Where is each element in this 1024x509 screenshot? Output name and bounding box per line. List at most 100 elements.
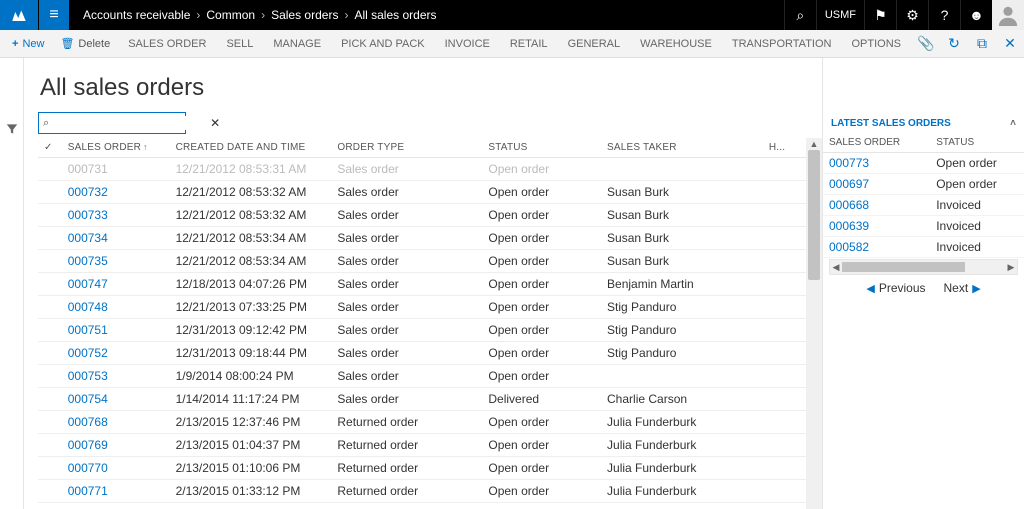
action-tab-invoice[interactable]: INVOICE — [435, 30, 500, 58]
action-tab-manage[interactable]: MANAGE — [263, 30, 331, 58]
sales-order-link[interactable]: 000769 — [62, 434, 170, 457]
row-select-cell[interactable] — [38, 296, 62, 319]
table-row[interactable]: 0007682/13/2015 12:37:46 PMReturned orde… — [38, 411, 806, 434]
col-status[interactable]: STATUS — [482, 138, 601, 158]
clear-filter-button[interactable]: ✕ — [208, 116, 222, 130]
table-row[interactable]: 0007531/9/2014 08:00:24 PMSales orderOpe… — [38, 365, 806, 388]
col-overflow[interactable]: H... — [763, 138, 806, 158]
company-picker[interactable]: USMF — [816, 0, 864, 30]
attach-button[interactable]: 📎 — [912, 30, 940, 58]
breadcrumb-item[interactable]: Common — [202, 8, 259, 22]
row-select-cell[interactable] — [38, 158, 62, 181]
sidepanel-header[interactable]: LATEST SALES ORDERS ˄ — [823, 114, 1024, 133]
help-button[interactable]: ? — [928, 0, 960, 30]
sp-next-button[interactable]: Next▶ — [944, 281, 981, 295]
table-row[interactable]: 00073212/21/2012 08:53:32 AMSales orderO… — [38, 181, 806, 204]
list-item[interactable]: 000639Invoiced — [823, 216, 1024, 237]
refresh-button[interactable]: ↻ — [940, 30, 968, 58]
sales-order-link[interactable]: 000751 — [62, 319, 170, 342]
new-button[interactable]: +New — [4, 30, 52, 58]
col-sales-taker[interactable]: SALES TAKER — [601, 138, 763, 158]
quick-filter-input[interactable] — [53, 116, 208, 130]
action-tab-general[interactable]: GENERAL — [558, 30, 631, 58]
row-select-cell[interactable] — [38, 480, 62, 503]
sales-order-link[interactable]: 000733 — [62, 204, 170, 227]
sales-order-link[interactable]: 000735 — [62, 250, 170, 273]
col-order-type[interactable]: ORDER TYPE — [331, 138, 482, 158]
sales-order-link[interactable]: 000734 — [62, 227, 170, 250]
sp-order-link[interactable]: 000697 — [823, 174, 930, 195]
close-button[interactable]: ✕ — [996, 30, 1024, 58]
sales-order-link[interactable]: 000754 — [62, 388, 170, 411]
row-select-cell[interactable] — [38, 319, 62, 342]
col-created[interactable]: CREATED DATE AND TIME — [170, 138, 332, 158]
list-item[interactable]: 000773Open order — [823, 153, 1024, 174]
sales-order-link[interactable]: 000732 — [62, 181, 170, 204]
sales-order-link[interactable]: 000771 — [62, 480, 170, 503]
breadcrumb-item[interactable]: Sales orders — [267, 8, 342, 22]
sp-order-link[interactable]: 000773 — [823, 153, 930, 174]
row-select-cell[interactable] — [38, 503, 62, 509]
table-row[interactable]: 00073112/21/2012 08:53:31 AMSales orderO… — [38, 158, 806, 181]
row-select-cell[interactable] — [38, 273, 62, 296]
table-row[interactable]: 00074812/21/2013 07:33:25 PMSales orderO… — [38, 296, 806, 319]
row-select-cell[interactable] — [38, 250, 62, 273]
table-row[interactable]: 0007722/13/2015 01:36:04 PMReturned orde… — [38, 503, 806, 509]
sales-order-link[interactable]: 000748 — [62, 296, 170, 319]
row-select-cell[interactable] — [38, 365, 62, 388]
row-select-cell[interactable] — [38, 457, 62, 480]
settings-button[interactable]: ⚙ — [896, 0, 928, 30]
action-tab-retail[interactable]: RETAIL — [500, 30, 558, 58]
list-item[interactable]: 000582Invoiced — [823, 237, 1024, 258]
table-row[interactable]: 00073412/21/2012 08:53:34 AMSales orderO… — [38, 227, 806, 250]
table-row[interactable]: 0007692/13/2015 01:04:37 PMReturned orde… — [38, 434, 806, 457]
sales-order-link[interactable]: 000752 — [62, 342, 170, 365]
sp-col-status[interactable]: STATUS — [930, 133, 1024, 153]
table-row[interactable]: 0007541/14/2014 11:17:24 PMSales orderDe… — [38, 388, 806, 411]
sp-previous-button[interactable]: ◀Previous — [866, 281, 925, 295]
row-select-cell[interactable] — [38, 388, 62, 411]
row-select-cell[interactable] — [38, 204, 62, 227]
row-select-cell[interactable] — [38, 227, 62, 250]
app-logo[interactable] — [0, 0, 38, 30]
table-row[interactable]: 0007702/13/2015 01:10:06 PMReturned orde… — [38, 457, 806, 480]
scrollbar-thumb[interactable] — [842, 262, 965, 272]
feedback-button[interactable]: ☻ — [960, 0, 992, 30]
scrollbar-thumb[interactable] — [808, 150, 820, 280]
list-item[interactable]: 000668Invoiced — [823, 195, 1024, 216]
sidepanel-hscroll[interactable]: ◀ ▶ — [829, 259, 1018, 275]
sp-order-link[interactable]: 000639 — [823, 216, 930, 237]
breadcrumb-item[interactable]: Accounts receivable — [79, 8, 194, 22]
sp-order-link[interactable]: 000582 — [823, 237, 930, 258]
sp-order-link[interactable]: 000668 — [823, 195, 930, 216]
table-row[interactable]: 00074712/18/2013 04:07:26 PMSales orderO… — [38, 273, 806, 296]
action-tab-sell[interactable]: SELL — [216, 30, 263, 58]
action-tab-options[interactable]: OPTIONS — [841, 30, 911, 58]
action-tab-sales-order[interactable]: SALES ORDER — [118, 30, 216, 58]
grid-scrollbar[interactable]: ▲ ▼ — [806, 138, 822, 509]
sales-order-link[interactable]: 000753 — [62, 365, 170, 388]
sp-col-order[interactable]: SALES ORDER — [823, 133, 930, 153]
row-select-cell[interactable] — [38, 434, 62, 457]
select-all-column[interactable]: ✓ — [38, 138, 62, 158]
sales-order-link[interactable]: 000772 — [62, 503, 170, 509]
delete-button[interactable]: 🗑Delete — [52, 30, 118, 58]
action-tab-transportation[interactable]: TRANSPORTATION — [722, 30, 842, 58]
sales-order-link[interactable]: 000768 — [62, 411, 170, 434]
quick-filter[interactable]: ⌕ ✕ — [38, 112, 186, 134]
table-row[interactable]: 00075112/31/2013 09:12:42 PMSales orderO… — [38, 319, 806, 342]
table-row[interactable]: 00075212/31/2013 09:18:44 PMSales orderO… — [38, 342, 806, 365]
table-row[interactable]: 00073312/21/2012 08:53:32 AMSales orderO… — [38, 204, 806, 227]
user-avatar[interactable] — [992, 0, 1024, 30]
action-tab-warehouse[interactable]: WAREHOUSE — [630, 30, 722, 58]
col-sales-order[interactable]: SALES ORDER — [62, 138, 170, 158]
breadcrumb-item[interactable]: All sales orders — [350, 8, 440, 22]
nav-menu-button[interactable]: ≡ — [39, 0, 69, 30]
row-select-cell[interactable] — [38, 181, 62, 204]
filter-pane-button[interactable] — [5, 122, 19, 139]
list-item[interactable]: 000697Open order — [823, 174, 1024, 195]
sales-order-link[interactable]: 000731 — [62, 158, 170, 181]
row-select-cell[interactable] — [38, 411, 62, 434]
table-row[interactable]: 0007712/13/2015 01:33:12 PMReturned orde… — [38, 480, 806, 503]
flag-button[interactable]: ⚑ — [864, 0, 896, 30]
